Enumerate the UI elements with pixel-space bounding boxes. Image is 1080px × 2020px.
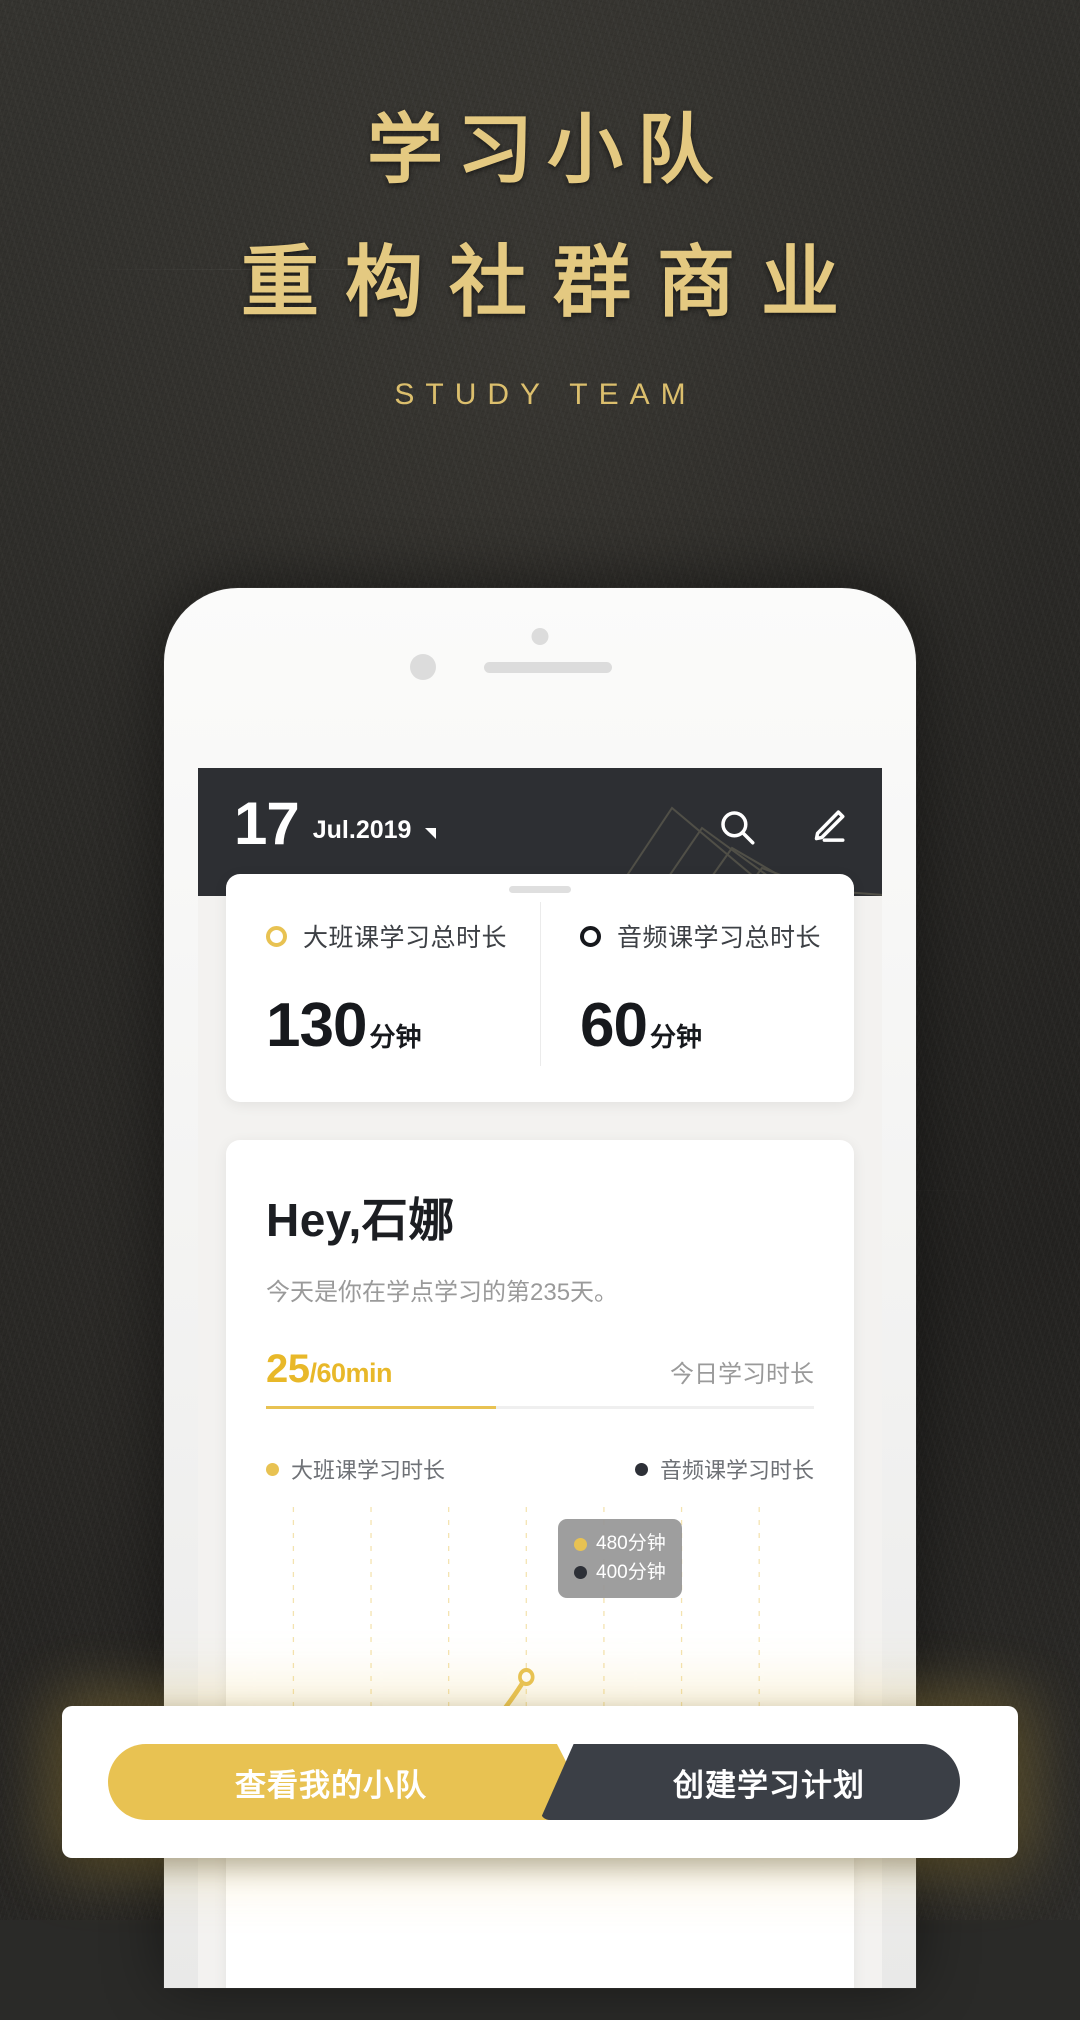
progress-current: 25 — [266, 1347, 310, 1391]
total-label: 大班课学习总时长 — [303, 924, 508, 952]
total-unit: 分钟 — [649, 1022, 702, 1052]
tooltip-value: 400分钟 — [596, 1561, 666, 1583]
cta-buttons: 查看我的小队 创建学习计划 — [62, 1744, 1018, 1820]
chart-legend: 大班课学习时长 音频课学习时长 — [266, 1453, 814, 1485]
date-selector[interactable]: 17 Jul.2019 — [234, 790, 437, 857]
tooltip-row-audio-course: 400分钟 — [574, 1559, 666, 1588]
today-progress-row: 25/60min 今日学习时长 — [266, 1347, 814, 1392]
pencil-icon[interactable] — [806, 806, 848, 848]
chart-tooltip: 480分钟 400分钟 — [558, 1519, 682, 1598]
date-month-year: Jul.2019 — [312, 816, 412, 844]
header-actions — [716, 806, 848, 848]
legend-label: 大班课学习时长 — [291, 1458, 446, 1483]
total-value: 60 分钟 — [580, 990, 854, 1061]
tooltip-row-group-course: 480分钟 — [574, 1530, 666, 1559]
hero-title-line2: 重构社群商业 — [240, 237, 865, 328]
total-item-group-course[interactable]: 大班课学习总时长 130 分钟 — [226, 874, 540, 1102]
create-study-plan-button[interactable]: 创建学习计划 — [540, 1744, 960, 1820]
legend-dot-dark-icon — [634, 1462, 648, 1476]
progress-bar — [266, 1406, 814, 1409]
proximity-sensor-icon — [410, 654, 436, 680]
ring-dark-icon — [580, 925, 601, 947]
total-header: 大班课学习总时长 — [266, 918, 540, 954]
total-number: 130 — [266, 991, 367, 1060]
total-header: 音频课学习总时长 — [580, 918, 854, 954]
greeting-title: Hey,石娜 — [266, 1194, 455, 1246]
progress-bar-fill — [266, 1406, 497, 1409]
hero-heading: 学习小队 重构社群商业 STUDY TEAM — [0, 112, 1080, 412]
hero-title-line1: 学习小队 — [367, 105, 727, 194]
view-my-team-button[interactable]: 查看我的小队 — [108, 1744, 596, 1820]
legend-item-audio-course: 音频课学习时长 — [634, 1453, 814, 1485]
total-number: 60 — [580, 991, 648, 1060]
greeting-subtitle: 今天是你在学点学习的第235天。 — [266, 1279, 619, 1306]
progress-total: /60min — [309, 1358, 393, 1388]
front-camera-icon — [531, 628, 549, 645]
total-value: 130 分钟 — [266, 990, 540, 1061]
total-unit: 分钟 — [369, 1022, 422, 1052]
today-progress-label: 今日学习时长 — [670, 1361, 814, 1388]
tooltip-dot-yellow-icon — [574, 1537, 587, 1551]
sheet-grabber[interactable] — [509, 886, 571, 893]
tooltip-dot-dark-icon — [574, 1566, 587, 1580]
today-progress-value: 25/60min — [266, 1347, 393, 1392]
totals-card: 大班课学习总时长 130 分钟 音频课学习总时长 60 分钟 — [226, 874, 854, 1102]
tooltip-value: 480分钟 — [596, 1533, 666, 1554]
legend-item-group-course: 大班课学习时长 — [266, 1453, 445, 1485]
earpiece-speaker — [484, 662, 612, 673]
series-endpoint-group-course[interactable] — [518, 1668, 535, 1686]
hero-subtitle: STUDY TEAM — [394, 378, 697, 411]
search-icon[interactable] — [716, 806, 758, 848]
date-day: 17 — [234, 790, 300, 857]
legend-dot-yellow-icon — [266, 1462, 279, 1476]
total-label: 音频课学习总时长 — [617, 924, 822, 952]
triangle-down-icon — [425, 828, 437, 839]
cta-bar: 查看我的小队 创建学习计划 — [62, 1706, 1018, 1858]
legend-label: 音频课学习时长 — [659, 1458, 814, 1483]
ring-yellow-icon — [266, 925, 287, 947]
greeting-card: Hey,石娜 今天是你在学点学习的第235天。 25/60min 今日学习时长 … — [226, 1140, 854, 1988]
total-item-audio-course[interactable]: 音频课学习总时长 60 分钟 — [540, 874, 854, 1102]
